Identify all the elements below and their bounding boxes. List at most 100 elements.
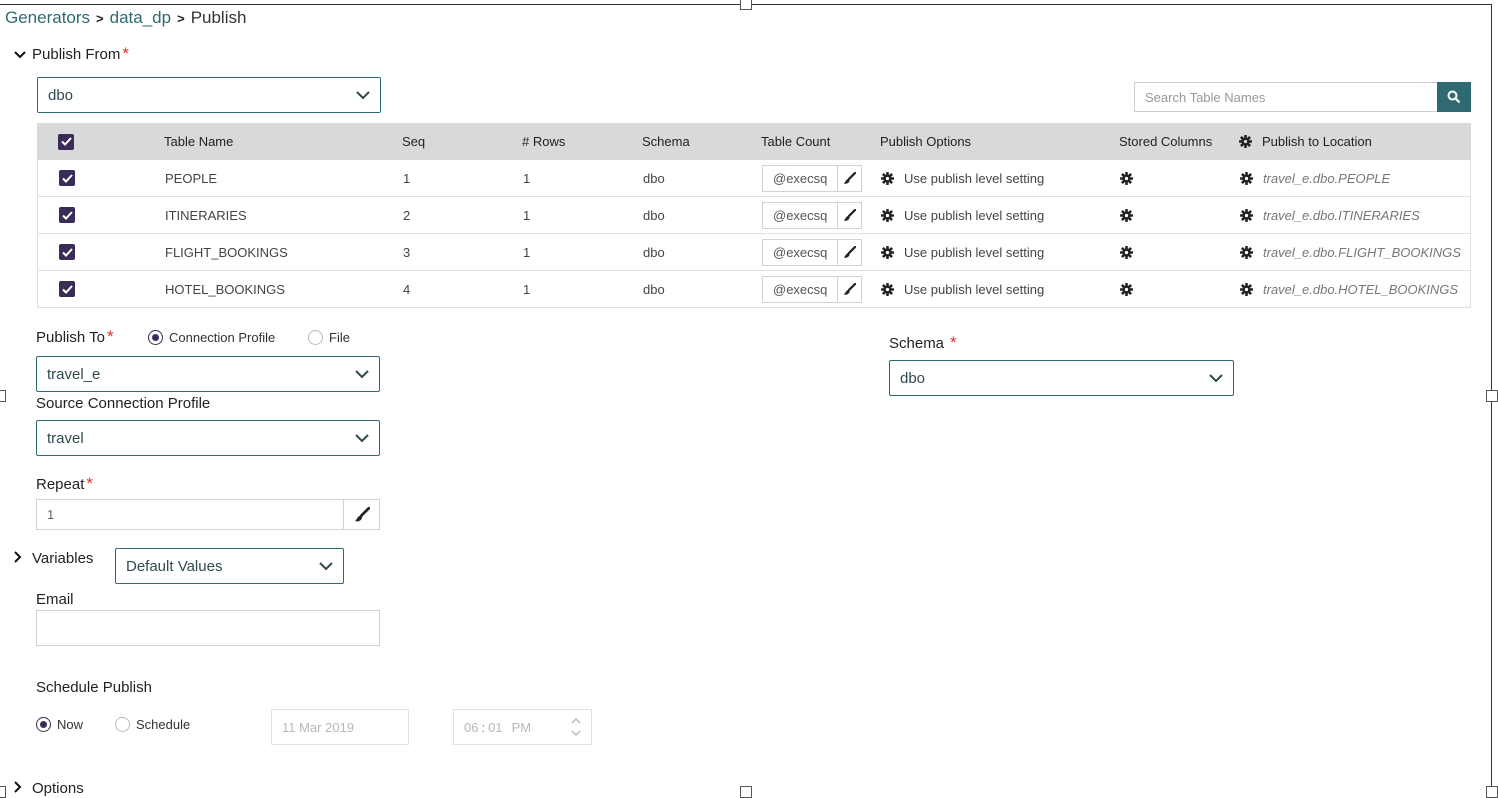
gear-icon[interactable] — [881, 282, 894, 296]
gear-icon[interactable] — [1240, 245, 1253, 259]
radio-connection-profile[interactable]: Connection Profile — [148, 330, 275, 345]
search-input[interactable]: Search Table Names — [1134, 82, 1437, 112]
schedule-minute[interactable]: 01 — [488, 720, 502, 735]
header-publish-to-location[interactable]: Publish to Location — [1262, 134, 1372, 149]
schedule-time-input[interactable]: 06 : 01 PM — [453, 709, 592, 745]
gear-icon[interactable] — [1240, 282, 1253, 296]
gear-icon[interactable] — [1240, 208, 1253, 222]
chevron-down-icon — [319, 562, 333, 571]
table-count-edit-button[interactable] — [837, 239, 861, 265]
gear-icon[interactable] — [881, 171, 894, 185]
resize-handle-right[interactable] — [1486, 390, 1498, 402]
grid-header-row: Table Name Seq # Rows Schema Table Count… — [37, 123, 1471, 160]
row-row-count: 1 — [523, 207, 531, 223]
required-mark: * — [86, 474, 93, 493]
time-spinner[interactable] — [571, 718, 581, 736]
variables-header[interactable]: Variables — [14, 550, 93, 567]
schedule-date-input[interactable]: 11 Mar 2019 — [271, 709, 409, 745]
resize-handle-top[interactable] — [740, 0, 752, 10]
gear-icon[interactable] — [1120, 245, 1133, 259]
chevron-right-icon[interactable] — [14, 781, 32, 796]
select-all-checkbox[interactable] — [58, 133, 74, 150]
header-table-name[interactable]: Table Name — [164, 123, 233, 160]
chevron-down-icon[interactable] — [14, 47, 32, 62]
search-button[interactable] — [1437, 82, 1471, 112]
required-mark: * — [122, 44, 129, 63]
resize-handle-bottom[interactable] — [740, 786, 752, 798]
radio-schedule-label: Schedule — [136, 717, 191, 732]
row-publish-location: travel_e.dbo.ITINERARIES — [1263, 207, 1420, 223]
breadcrumb-data-dp[interactable]: data_dp — [110, 8, 171, 28]
gear-icon[interactable] — [1120, 208, 1133, 222]
source-connection-select[interactable]: travel — [36, 420, 380, 456]
variables-select[interactable]: Default Values — [115, 548, 344, 584]
table-count-input[interactable]: @execsq — [762, 275, 862, 303]
row-publish-option: Use publish level setting — [904, 207, 1045, 223]
resize-handle-left[interactable] — [0, 390, 6, 402]
repeat-edit-button[interactable] — [343, 499, 380, 530]
publish-from-schema-select[interactable]: dbo — [37, 77, 381, 113]
table-count-input[interactable]: @execsq — [762, 238, 862, 266]
gear-icon[interactable] — [881, 245, 894, 259]
options-header[interactable]: Options — [14, 780, 84, 797]
chevron-up-icon[interactable] — [571, 718, 581, 724]
table-row[interactable]: FLIGHT_BOOKINGS 3 1 dbo @execsq Use publ… — [37, 234, 1471, 271]
header-publish-options[interactable]: Publish Options — [880, 123, 971, 160]
resize-handle-bottom-left[interactable] — [0, 786, 6, 798]
repeat-value: 1 — [47, 507, 55, 522]
row-table-name: HOTEL_BOOKINGS — [165, 281, 285, 297]
table-count-input[interactable]: @execsq — [762, 201, 862, 229]
table-count-edit-button[interactable] — [837, 202, 861, 228]
chevron-down-icon — [355, 434, 369, 443]
publish-from-header[interactable]: Publish From * — [14, 44, 129, 64]
row-publish-location: travel_e.dbo.FLIGHT_BOOKINGS — [1263, 244, 1461, 260]
gear-icon[interactable] — [1239, 135, 1252, 148]
publish-to-profile-select[interactable]: travel_e — [36, 356, 380, 392]
table-row[interactable]: HOTEL_BOOKINGS 4 1 dbo @execsq Use publi… — [37, 271, 1471, 308]
chevron-right-icon[interactable] — [14, 551, 32, 566]
header-seq[interactable]: Seq — [402, 123, 425, 160]
schedule-ampm[interactable]: PM — [512, 720, 532, 735]
chevron-down-icon — [355, 370, 369, 379]
row-row-count: 1 — [523, 281, 531, 297]
row-checkbox[interactable] — [59, 207, 75, 223]
gear-icon[interactable] — [1240, 171, 1253, 185]
brush-icon — [354, 506, 370, 521]
table-row[interactable]: ITINERARIES 2 1 dbo @execsq Use publish … — [37, 197, 1471, 234]
breadcrumb-separator-icon: > — [177, 10, 185, 26]
repeat-input[interactable]: 1 — [36, 499, 344, 530]
table-count-edit-button[interactable] — [837, 276, 861, 302]
header-table-count[interactable]: Table Count — [761, 123, 830, 160]
schema-select[interactable]: dbo — [889, 360, 1234, 396]
table-row[interactable]: PEOPLE 1 1 dbo @execsq Use publish level… — [37, 160, 1471, 197]
search-icon — [1447, 90, 1461, 104]
header-stored-columns[interactable]: Stored Columns — [1119, 123, 1212, 160]
chevron-down-icon[interactable] — [571, 730, 581, 736]
table-count-value: @execsq — [773, 170, 828, 186]
gear-icon[interactable] — [1120, 282, 1133, 296]
table-count-edit-button[interactable] — [837, 165, 861, 191]
row-checkbox[interactable] — [59, 170, 75, 186]
gear-icon[interactable] — [881, 208, 894, 222]
radio-now[interactable]: Now — [36, 717, 83, 732]
gear-icon[interactable] — [1120, 171, 1133, 185]
resize-handle-bottom-right[interactable] — [1486, 786, 1498, 798]
brush-icon — [843, 245, 856, 258]
radio-schedule[interactable]: Schedule — [115, 717, 190, 732]
row-schema: dbo — [643, 170, 665, 186]
checkmark-icon — [61, 247, 73, 257]
breadcrumb-generators[interactable]: Generators — [5, 8, 90, 28]
row-seq: 2 — [403, 207, 411, 223]
schema-label: Schema — [889, 334, 945, 352]
header-rows[interactable]: # Rows — [522, 123, 565, 160]
schema-select-value: dbo — [900, 369, 926, 387]
row-checkbox[interactable] — [59, 244, 75, 260]
radio-file[interactable]: File — [308, 330, 350, 345]
schedule-publish-label: Schedule Publish — [36, 679, 152, 696]
schedule-hour[interactable]: 06 — [464, 720, 478, 735]
row-checkbox[interactable] — [59, 281, 75, 297]
email-field[interactable] — [36, 610, 380, 646]
breadcrumb: Generators > data_dp > Publish — [5, 8, 246, 28]
header-schema[interactable]: Schema — [642, 123, 690, 160]
table-count-input[interactable]: @execsq — [762, 164, 862, 192]
